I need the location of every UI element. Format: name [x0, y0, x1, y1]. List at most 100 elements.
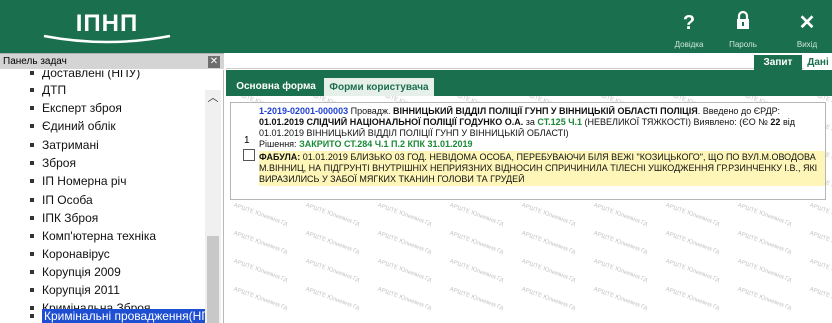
decision-label: Рішення: [259, 139, 297, 149]
main-toolbar: Запит Дані [226, 53, 832, 70]
bullet-icon [30, 123, 34, 128]
watermark-text: АРШТЕ Юлиевна Гд [376, 286, 432, 312]
bullet-icon [30, 87, 34, 92]
close-icon[interactable]: ✕ [208, 56, 220, 68]
bullet-icon [30, 269, 34, 274]
tree-item[interactable]: ІПК Зброя [30, 209, 98, 227]
question-icon: ? [682, 12, 696, 34]
watermark-text: АРШТЕ Юлиевна Гд [376, 258, 432, 284]
watermark-text: АРШТЕ Юлиевна Гд [664, 286, 720, 312]
watermark-text: АРШТЕ Юлиевна Гд [232, 258, 288, 284]
row-number: 1 [244, 135, 250, 146]
app-logo: ІПНП [42, 10, 172, 44]
watermark-text: АРШТЕ Юлиевна Гд [736, 202, 792, 228]
case-type-label: Провадж. [350, 106, 391, 116]
bullet-icon [30, 251, 34, 256]
help-button[interactable]: ? Довідка [664, 10, 714, 52]
watermark-text: АРШТЕ Юлиевна Гд [664, 258, 720, 284]
watermark-text: АРШТЕ Юлиевна Гд [232, 230, 288, 256]
bullet-icon [30, 233, 34, 238]
tree-item[interactable]: ІП Особа [30, 191, 93, 209]
logo-swoosh-icon [43, 34, 171, 44]
tree-item[interactable]: Єдиний облік [30, 117, 116, 135]
fabula-label: ФАБУЛА: [259, 152, 301, 162]
tree-item[interactable]: Комп'ютерна техніка [30, 227, 156, 245]
watermark-text: АРШТЕ Юлиевна Гд [376, 202, 432, 228]
watermark-text: АРШТЕ Юлиевна Гд [808, 230, 832, 255]
task-panel-list: Доставлені (НПУ) ДТП Експерт зброя Єдини… [0, 70, 224, 323]
app-header: ІПНП ? Довідка Пароль ✕ Вихід [0, 0, 832, 53]
content-area: АРШТЕ Юлиевна ГдАРШТЕ Юлиевна ГдАРШТЕ Юл… [226, 96, 832, 323]
watermark-text: АРШТЕ Юлиевна Гд [304, 202, 360, 228]
watermark-text: АРШТЕ Юлиевна Гд [304, 258, 360, 284]
tab-main-form[interactable]: Основна форма [230, 77, 322, 96]
tabs-bar: Основна форма Форми користувача [226, 70, 832, 96]
record-line-4: Рішення: ЗАКРИТО СТ.284 Ч.1 П.2 КПК 31.0… [259, 139, 825, 150]
password-button[interactable]: Пароль [718, 10, 768, 52]
watermark-text: АРШТЕ Юлиевна Гд [592, 202, 648, 228]
task-panel-scrollbar[interactable]: ︿ [205, 90, 221, 323]
tree-item[interactable]: Експерт зброя [30, 99, 122, 117]
tree-item[interactable]: Затримані [30, 136, 99, 154]
task-panel-title: Панель задач [3, 56, 67, 67]
tree-item[interactable]: ДТП [30, 81, 66, 99]
lock-icon [718, 10, 768, 36]
detected-label: Виявлено: (ЄО № [693, 117, 768, 127]
article-prefix: за [525, 117, 535, 127]
watermark-text: АРШТЕ Юлиевна Гд [664, 202, 720, 228]
tab-user-forms[interactable]: Форми користувача [324, 78, 434, 96]
scrollbar-thumb[interactable] [207, 236, 219, 323]
tree-item[interactable]: Корупція 2009 [30, 263, 121, 281]
password-label: Пароль [729, 40, 757, 49]
article: СТ.125 Ч.1 [537, 117, 583, 127]
tree-item[interactable]: Коронавірус [30, 245, 110, 263]
fabula-block: ФАБУЛА: 01.01.2019 БЛИЗЬКО 03 ГОД. НЕВІД… [259, 151, 825, 186]
tree-item[interactable]: Корупція 2011 [30, 281, 120, 299]
app-window: ІПНП ? Довідка Пароль ✕ Вихід Панель зад… [0, 0, 832, 323]
fabula-line: М.ВІННИЦ, НА ПІДГРУНТІ ВНУТРІШНІХ НЕПРИЯ… [259, 163, 818, 173]
watermark-text: АРШТЕ Юлиевна Гд [736, 258, 792, 284]
record-line-3: 01.01.2019 ВІННИЦЬКИЙ ВІДДІЛ ПОЛІЦІЇ ГУН… [259, 128, 569, 138]
case-number-link[interactable]: 1-2019-02001-000003 [259, 106, 348, 116]
bullet-icon [30, 105, 34, 110]
investigator: 01.01.2019 СЛІДЧИЙ НАЦІОНАЛЬНОЇ ПОЛІЦІЇ … [259, 117, 524, 127]
watermark-text: АРШТЕ Юлиевна Гд [736, 230, 792, 256]
watermark-text: АРШТЕ Юлиевна Гд [808, 286, 832, 311]
bullet-icon [30, 70, 34, 75]
bullet-icon [30, 313, 34, 318]
watermark-text: АРШТЕ Юлиевна Гд [520, 258, 576, 284]
record-checkbox[interactable] [243, 149, 255, 161]
watermark-text: АРШТЕ Юлиевна Гд [448, 202, 504, 228]
watermark-text: АРШТЕ Юлиевна Гд [304, 230, 360, 256]
eo-from: від [782, 117, 795, 127]
decision: ЗАКРИТО СТ.284 Ч.1 П.2 КПК 31.01.2019 [299, 139, 473, 149]
tree-item[interactable]: Зброя [30, 154, 76, 172]
tree-item-selected[interactable]: Кримінальні провадження(НП) [30, 307, 216, 323]
bullet-icon [30, 197, 34, 202]
chevron-up-icon[interactable]: ︿ [205, 90, 221, 106]
close-icon: ✕ [798, 12, 816, 34]
police-unit: ВІННИЦЬКИЙ ВІДДІЛ ПОЛІЦІЇ ГУНП У ВІННИЦЬ… [393, 106, 698, 116]
fabula-line: ВИРАЗИЛИСЬ У ЗАБОЇ МЯГКИХ ТКАНИН ГОЛОВИ … [259, 174, 525, 184]
data-button[interactable]: Дані [804, 55, 832, 70]
eo-number: 22 [770, 117, 781, 127]
watermark-text: АРШТЕ Юлиевна Гд [232, 202, 288, 228]
watermark-text: АРШТЕ Юлиевна Гд [736, 286, 792, 312]
query-button[interactable]: Запит [754, 55, 802, 70]
exit-button[interactable]: ✕ Вихід [782, 10, 832, 52]
watermark-text: АРШТЕ Юлиевна Гд [808, 202, 832, 227]
watermark-text: АРШТЕ Юлиевна Гд [448, 258, 504, 284]
watermark-text: АРШТЕ Юлиевна Гд [592, 286, 648, 312]
watermark-text: АРШТЕ Юлиевна Гд [520, 202, 576, 228]
watermark-text: АРШТЕ Юлиевна Гд [592, 258, 648, 284]
bullet-icon [30, 178, 34, 183]
watermark-text: АРШТЕ Юлиевна Гд [448, 286, 504, 312]
watermark-text: АРШТЕ Юлиевна Гд [376, 230, 432, 256]
bullet-icon [30, 287, 34, 292]
bullet-icon [30, 215, 34, 220]
exit-label: Вихід [796, 40, 818, 49]
task-panel-header: Панель задач ✕ [0, 53, 224, 69]
record-card[interactable]: 1 1-2019-02001-000003 Провадж. ВІННИЦЬКИ… [230, 102, 826, 200]
tree-item[interactable]: ІП Номерна річ [30, 172, 126, 190]
registered-label: Введено до ЄРДР: [702, 106, 780, 116]
